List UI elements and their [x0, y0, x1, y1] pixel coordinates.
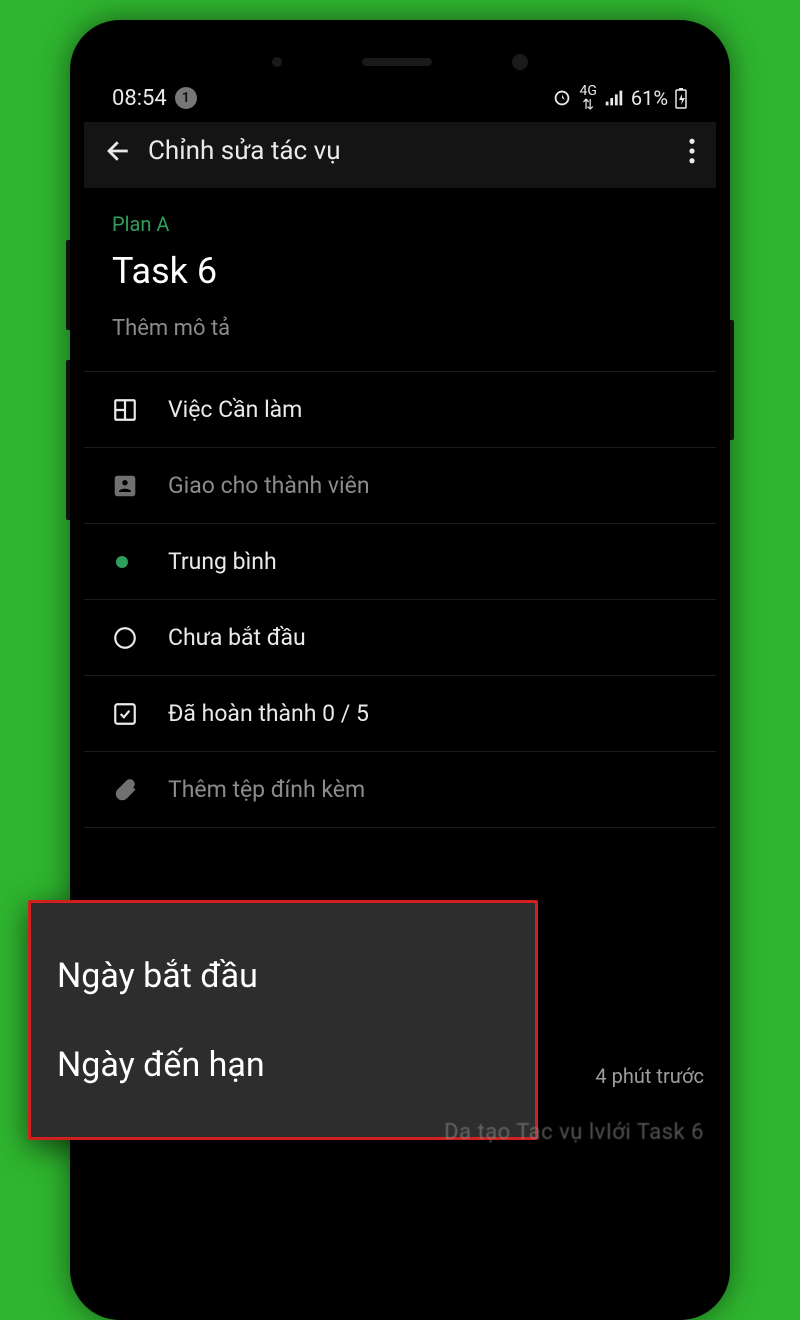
network-type: 4G	[579, 84, 596, 98]
assign-icon	[112, 473, 138, 499]
task-content: Plan A Task 6 Thêm mô tả Việc Cần làm Gi…	[84, 188, 716, 903]
row-bucket[interactable]: Việc Cần làm	[84, 371, 716, 447]
back-button[interactable]	[104, 136, 148, 166]
bucket-label: Việc Cần làm	[168, 396, 688, 423]
start-date-option[interactable]: Ngày bắt đầu	[57, 956, 509, 996]
status-bar: 08:54 1 4G ⇅ 61%	[84, 34, 716, 122]
bucket-icon	[112, 397, 138, 423]
status-time: 08:54	[112, 86, 167, 111]
paperclip-icon	[112, 777, 138, 803]
volume-button	[66, 240, 70, 330]
signal-icon	[603, 87, 625, 109]
row-divider	[84, 827, 716, 903]
alarm-icon	[551, 87, 573, 109]
appbar-title: Chỉnh sửa tác vụ	[148, 136, 666, 166]
created-ago: 4 phút trước	[595, 1064, 704, 1088]
row-checklist[interactable]: Đã hoàn thành 0 / 5	[84, 675, 716, 751]
more-button[interactable]	[666, 138, 696, 164]
task-title[interactable]: Task 6	[84, 244, 716, 308]
checklist-icon	[112, 701, 138, 727]
checklist-label: Đã hoàn thành 0 / 5	[168, 700, 688, 727]
row-attachment[interactable]: Thêm tệp đính kèm	[84, 751, 716, 827]
row-assign[interactable]: Giao cho thành viên	[84, 447, 716, 523]
plan-name[interactable]: Plan A	[84, 208, 716, 244]
bixby-button	[66, 360, 70, 520]
notification-count-badge: 1	[175, 87, 197, 109]
row-status[interactable]: Chưa bắt đầu	[84, 599, 716, 675]
assign-label: Giao cho thành viên	[168, 472, 688, 499]
status-circle-icon	[112, 625, 138, 651]
row-priority[interactable]: Trung bình	[84, 523, 716, 599]
data-arrows-icon: ⇅	[582, 98, 594, 112]
date-callout: Ngày bắt đầu Ngày đến hạn	[28, 900, 538, 1140]
priority-dot-icon	[116, 556, 128, 568]
priority-label: Trung bình	[168, 548, 688, 575]
due-date-option[interactable]: Ngày đến hạn	[57, 1045, 509, 1085]
status-label: Chưa bắt đầu	[168, 624, 688, 651]
app-bar: Chỉnh sửa tác vụ	[84, 122, 716, 188]
created-by-line-truncated: Da tạo Tac vụ lvIới Task 6	[444, 1120, 704, 1145]
power-button	[730, 320, 734, 440]
battery-percent: 61%	[631, 86, 668, 110]
description-field[interactable]: Thêm mô tả	[84, 308, 716, 371]
battery-charging-icon	[674, 87, 688, 109]
phone-sensors	[84, 52, 716, 72]
attachment-label: Thêm tệp đính kèm	[168, 776, 688, 803]
